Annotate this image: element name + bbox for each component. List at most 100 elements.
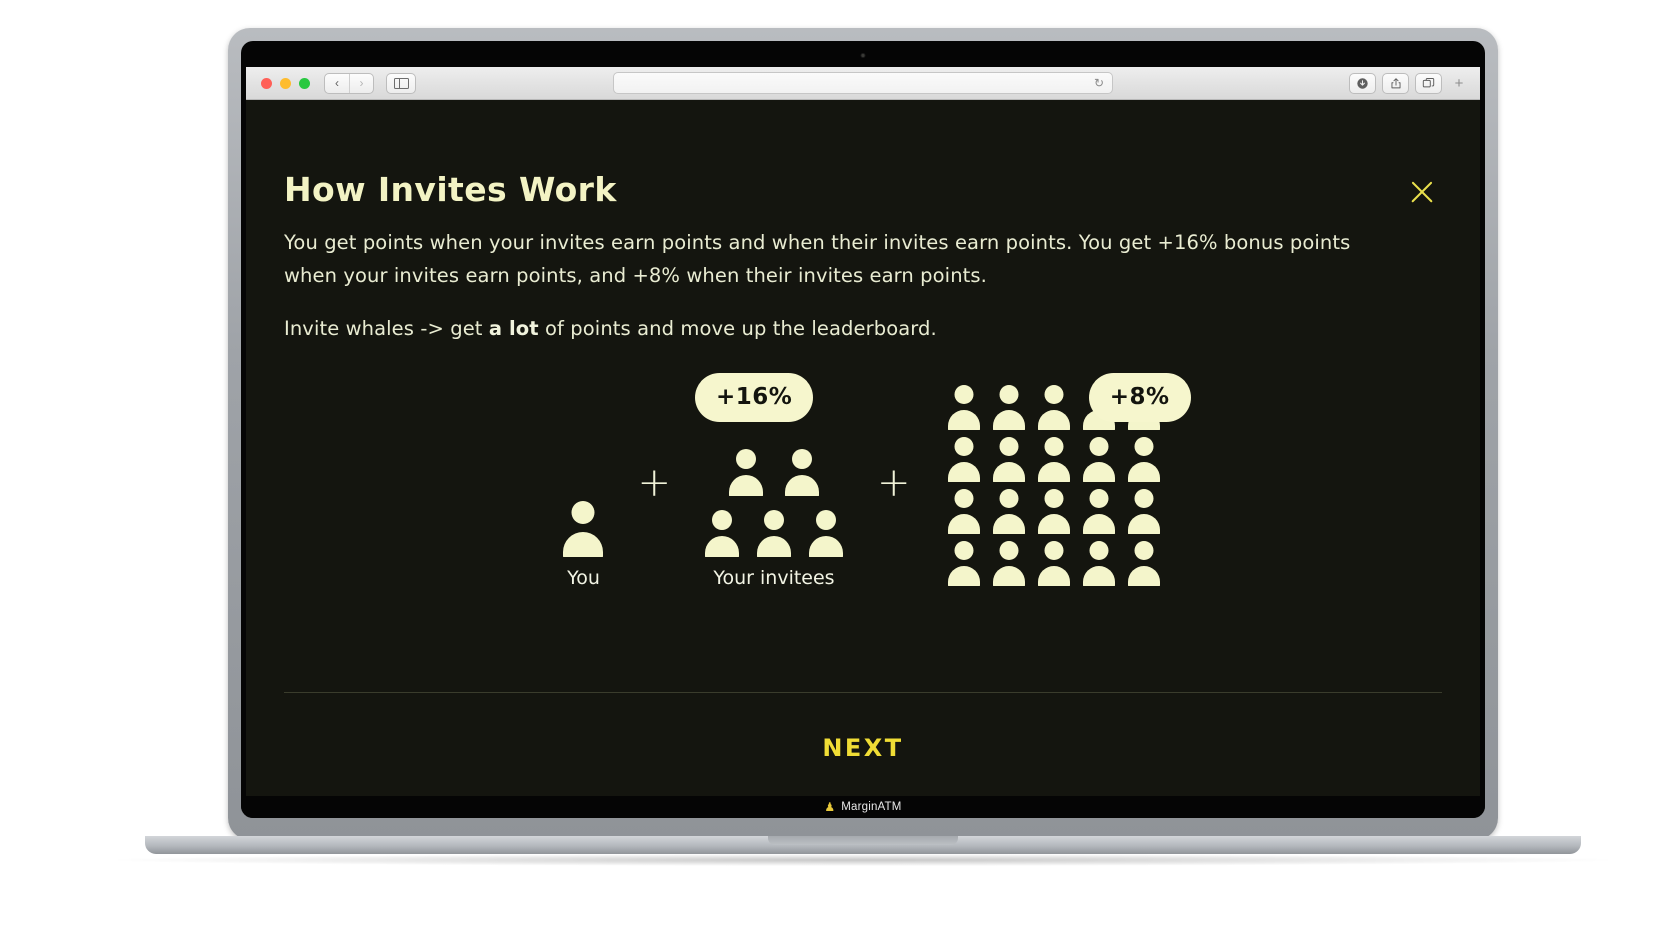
person-torso	[1082, 514, 1115, 535]
person-icon	[1037, 385, 1070, 431]
toolbar-actions: +	[1349, 72, 1470, 94]
person-icon	[947, 437, 980, 483]
person-icon	[1037, 541, 1070, 587]
minimize-window-button[interactable]	[280, 77, 291, 89]
person-icon	[1082, 489, 1115, 535]
bonus-badge-8: +8%	[1088, 373, 1191, 423]
navigation-buttons: ‹ ›	[324, 72, 374, 94]
reload-icon[interactable]: ↻	[1094, 77, 1104, 89]
back-button[interactable]: ‹	[325, 74, 349, 93]
close-icon[interactable]	[1406, 176, 1438, 208]
person-icon	[563, 501, 604, 558]
person-icon	[1037, 437, 1070, 483]
address-bar[interactable]: ↻	[613, 72, 1113, 94]
you-people	[563, 385, 604, 558]
paragraph-2-prefix: Invite whales -> get	[284, 317, 489, 341]
person-icon	[785, 449, 819, 497]
person-icon	[992, 385, 1025, 431]
person-torso	[1037, 514, 1070, 535]
person-torso	[785, 475, 819, 497]
person-torso	[1082, 566, 1115, 587]
person-torso	[1082, 462, 1115, 483]
how-invites-work-modal: How Invites Work You get points when you…	[284, 170, 1442, 615]
person-head	[1134, 489, 1154, 509]
share-icon[interactable]	[1382, 72, 1409, 94]
person-head	[712, 510, 732, 531]
person-icon	[1127, 541, 1160, 587]
plus-separator-2: +	[877, 460, 911, 507]
person-head	[1134, 437, 1154, 457]
webcam-icon	[860, 53, 866, 58]
new-tab-button[interactable]: +	[1448, 73, 1470, 94]
tab-overview-glyph	[1422, 77, 1435, 87]
person-icon	[1127, 437, 1160, 483]
person-head	[1044, 437, 1064, 457]
bonus-badge-16: +16%	[695, 373, 814, 423]
person-torso	[1127, 566, 1160, 587]
brand-name-label: MarginATM	[841, 801, 902, 813]
tab-overview-icon[interactable]	[1415, 72, 1442, 94]
person-torso	[947, 410, 980, 431]
invitee-row-bottom	[705, 510, 843, 558]
person-icon	[729, 449, 763, 497]
invitee-stack	[705, 449, 843, 558]
person-torso	[947, 566, 980, 587]
person-head	[954, 541, 974, 561]
person-icon	[1037, 489, 1070, 535]
modal-footer: NEXT	[246, 734, 1480, 762]
invitees-label: Your invitees	[713, 567, 835, 590]
invitee-row-top	[729, 449, 819, 497]
person-torso	[729, 475, 763, 497]
person-head	[792, 449, 812, 470]
window-controls	[261, 77, 310, 89]
footer-divider	[284, 692, 1442, 693]
person-head	[571, 501, 595, 525]
person-head	[954, 385, 974, 405]
laptop-base-notch	[768, 836, 958, 845]
modal-header: How Invites Work	[284, 170, 1442, 209]
person-head	[1044, 489, 1064, 509]
page-title: How Invites Work	[284, 170, 617, 209]
person-torso	[757, 536, 791, 558]
browser-toolbar: ‹ › ↻ +	[246, 67, 1480, 100]
person-torso	[1127, 514, 1160, 535]
laptop-device: ‹ › ↻ + How Invites Work You get points …	[118, 28, 1608, 866]
person-icon	[1127, 489, 1160, 535]
you-label: You	[567, 567, 600, 590]
downloads-glyph	[1357, 77, 1368, 89]
person-torso	[705, 536, 739, 558]
laptop-body: ‹ › ↻ + How Invites Work You get points …	[228, 28, 1498, 840]
person-torso	[992, 462, 1025, 483]
description-paragraph-2: Invite whales -> get a lot of points and…	[284, 312, 1359, 345]
person-head	[1044, 541, 1064, 561]
description-paragraph-1: You get points when your invites earn po…	[284, 231, 1351, 288]
downloads-icon[interactable]	[1349, 72, 1376, 94]
close-window-button[interactable]	[261, 77, 272, 89]
paragraph-2-emphasis: a lot	[488, 317, 539, 341]
person-icon	[947, 541, 980, 587]
person-torso	[947, 514, 980, 535]
person-torso	[992, 514, 1025, 535]
person-icon	[1082, 437, 1115, 483]
device-brand-bar: ♟ MarginATM	[241, 796, 1485, 818]
person-head	[1044, 385, 1064, 405]
person-icon	[992, 437, 1025, 483]
person-icon	[992, 541, 1025, 587]
person-icon	[947, 489, 980, 535]
person-head	[999, 385, 1019, 405]
person-torso	[1037, 410, 1070, 431]
laptop-bezel: ‹ › ↻ + How Invites Work You get points …	[241, 41, 1485, 818]
forward-button[interactable]: ›	[349, 73, 373, 93]
person-torso	[992, 410, 1025, 431]
share-glyph	[1390, 77, 1401, 88]
person-torso	[1037, 566, 1070, 587]
person-icon	[705, 510, 739, 558]
diagram-group-invitees: +16% Your invitees	[695, 373, 843, 590]
maximize-window-button[interactable]	[299, 77, 310, 89]
person-torso	[947, 462, 980, 483]
next-button[interactable]: NEXT	[822, 734, 903, 762]
laptop-screen: ‹ › ↻ + How Invites Work You get points …	[246, 67, 1480, 817]
person-icon	[809, 510, 843, 558]
sidebar-toggle-button[interactable]	[386, 72, 416, 94]
person-torso	[1127, 462, 1160, 483]
